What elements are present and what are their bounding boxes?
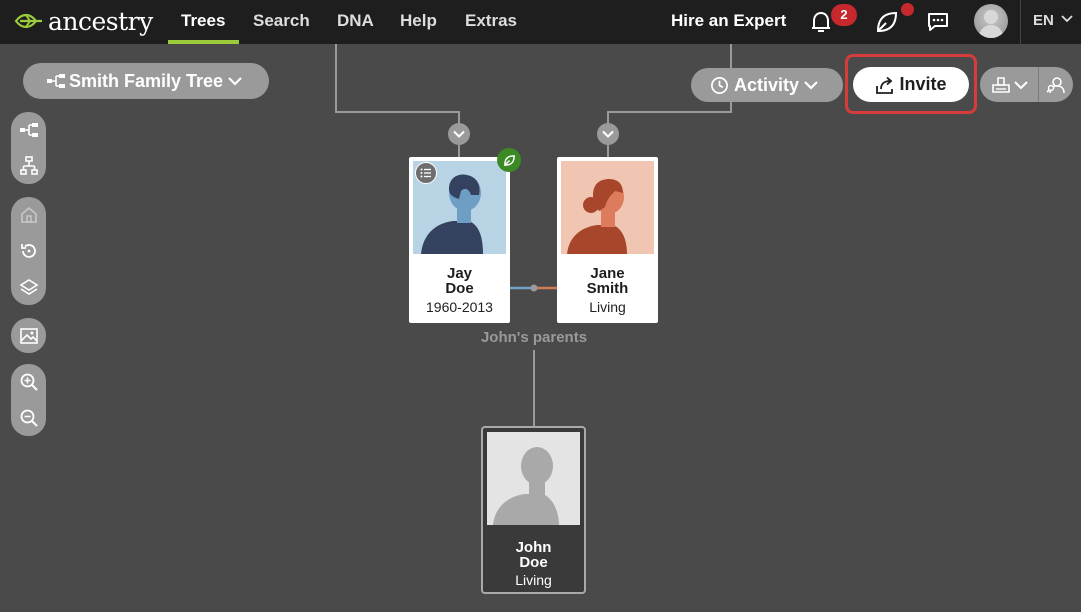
chevron-down-icon xyxy=(804,81,818,90)
father-first-name: Jay xyxy=(446,265,473,282)
child-portrait-placeholder xyxy=(487,432,580,525)
mother-portrait xyxy=(561,161,654,254)
chevron-down-icon xyxy=(228,77,242,86)
navigation-tool-group xyxy=(11,197,46,305)
expand-mother-parents-button[interactable] xyxy=(597,123,619,145)
invite-button[interactable]: Invite xyxy=(853,67,969,102)
child-first-name: John xyxy=(515,539,552,556)
zoom-in-icon xyxy=(20,373,38,391)
father-last-name: Doe xyxy=(445,280,474,297)
person-silhouette-icon xyxy=(493,447,559,525)
tree-view-icon xyxy=(19,123,38,137)
share-icon xyxy=(876,76,894,94)
media-tool-group xyxy=(11,318,46,353)
activity-label: Activity xyxy=(734,74,800,95)
view-toggle-group xyxy=(11,112,46,184)
find-person-button[interactable] xyxy=(1039,67,1073,102)
person-card-father[interactable]: Jay Doe 1960-2013 xyxy=(409,148,521,323)
female-silhouette-icon xyxy=(567,179,627,254)
person-card-child[interactable]: John Doe Living xyxy=(481,426,586,594)
expand-father-parents-button[interactable] xyxy=(448,123,470,145)
invite-label: Invite xyxy=(899,74,947,94)
media-button[interactable] xyxy=(11,318,46,353)
tree-name: Smith Family Tree xyxy=(69,70,224,91)
zoom-tool-group xyxy=(11,364,46,436)
child-last-name: Doe xyxy=(519,554,548,571)
person-card-mother[interactable]: Jane Smith Living xyxy=(557,157,658,323)
tree-view-icon xyxy=(47,74,65,88)
pedigree-view-button[interactable] xyxy=(11,148,46,184)
image-icon xyxy=(19,327,38,344)
list-icon xyxy=(420,168,431,178)
father-name: Jay Doe xyxy=(409,266,510,296)
mother-dates: Living xyxy=(589,299,626,315)
print-menu-button[interactable] xyxy=(980,67,1038,102)
zoom-in-button[interactable] xyxy=(11,364,46,400)
clock-icon xyxy=(711,76,728,94)
print-icon xyxy=(991,76,1010,93)
home-icon xyxy=(20,206,37,223)
family-view-button[interactable] xyxy=(11,112,46,148)
layers-icon xyxy=(18,279,39,295)
find-person-icon xyxy=(1046,76,1065,93)
layers-button[interactable] xyxy=(11,269,46,305)
activity-button[interactable]: Activity xyxy=(691,68,843,102)
chevron-down-icon xyxy=(1013,80,1028,89)
tree-selector[interactable]: Smith Family Tree xyxy=(23,63,269,99)
history-icon xyxy=(20,244,36,258)
pedigree-icon xyxy=(19,156,38,175)
zoom-out-icon xyxy=(20,409,38,427)
child-name: John Doe xyxy=(483,540,584,570)
mother-last-name: Smith xyxy=(586,280,629,297)
hint-leaf-badge[interactable] xyxy=(497,148,521,172)
zoom-out-button[interactable] xyxy=(11,400,46,436)
home-person-button[interactable] xyxy=(11,197,46,233)
child-dates: Living xyxy=(515,572,552,588)
print-and-search-group xyxy=(980,67,1073,102)
mother-name: Jane Smith xyxy=(557,266,658,296)
father-dates: 1960-2013 xyxy=(426,299,493,315)
chevron-down-icon xyxy=(453,130,465,138)
mother-first-name: Jane xyxy=(590,265,625,282)
record-list-button[interactable] xyxy=(415,162,437,184)
parents-label: John's parents xyxy=(480,329,588,346)
chevron-down-icon xyxy=(602,130,614,138)
leaf-hint-icon xyxy=(503,154,515,166)
history-button[interactable] xyxy=(11,233,46,269)
